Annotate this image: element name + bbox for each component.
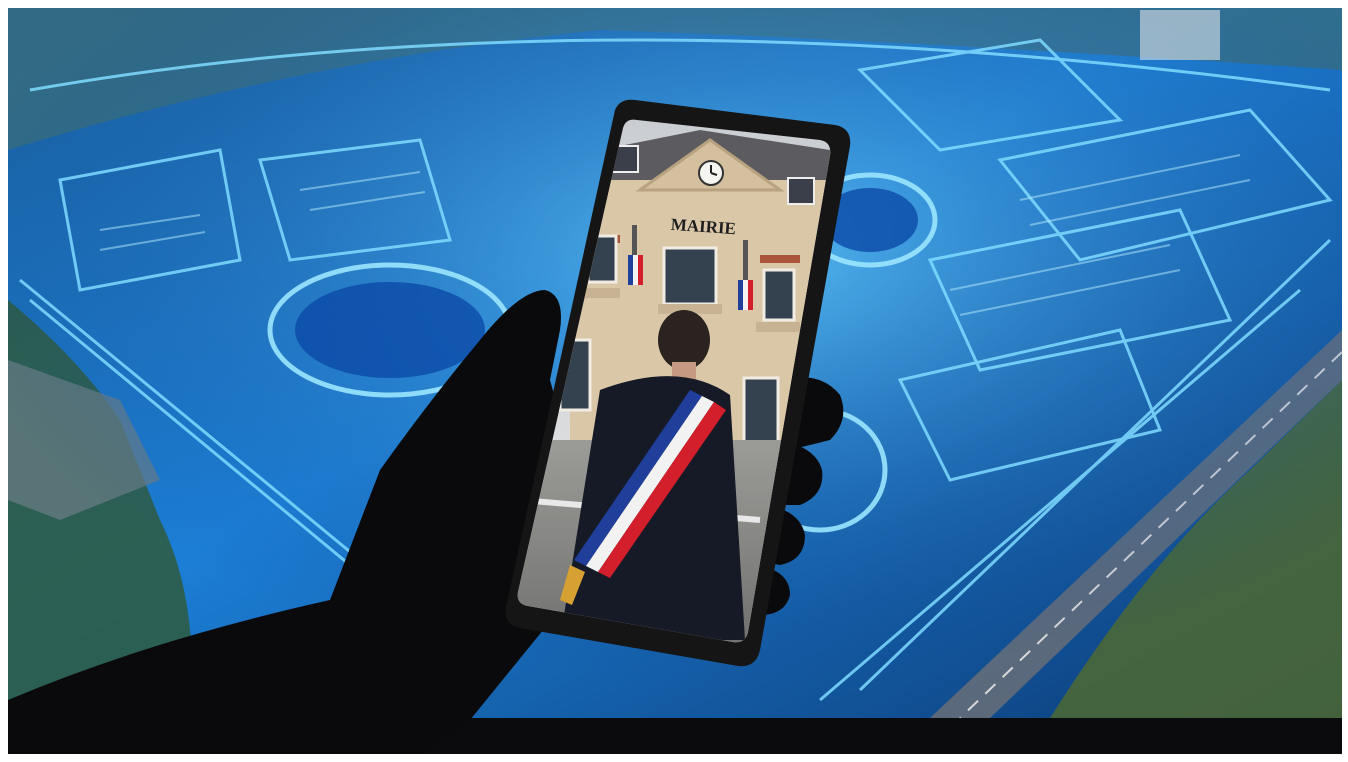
window: [742, 376, 780, 452]
photo-scene: MAIRIE: [8, 8, 1343, 754]
window: [662, 246, 718, 306]
dormer-window: [787, 177, 815, 205]
window: [762, 268, 796, 322]
